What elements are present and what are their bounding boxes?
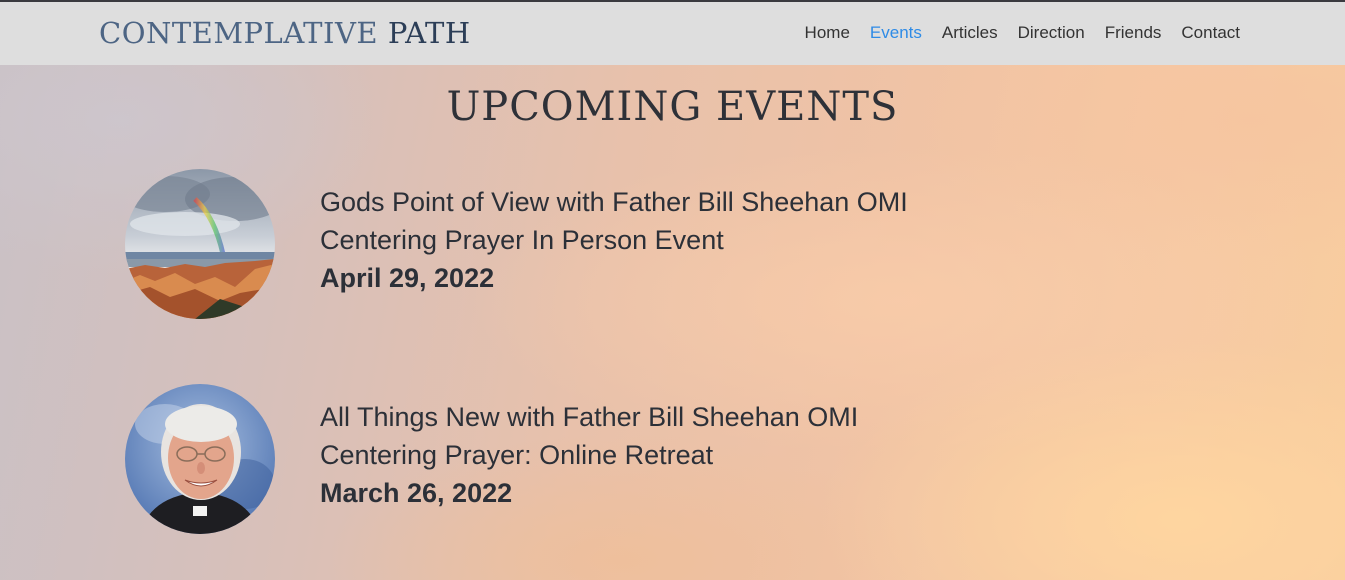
nav-contact[interactable]: Contact	[1181, 22, 1240, 44]
event-subtitle: Centering Prayer: Online Retreat	[320, 440, 714, 470]
logo-word-contemplative: CONTEMPLATIVE	[99, 16, 379, 50]
event-item[interactable]: All Things New with Father Bill Sheehan …	[125, 384, 1025, 534]
event-item[interactable]: Gods Point of View with Father Bill Shee…	[125, 169, 1025, 319]
nav-friends[interactable]: Friends	[1105, 22, 1162, 44]
event-details: Gods Point of View with Father Bill Shee…	[320, 183, 908, 297]
event-date: April 29, 2022	[320, 263, 495, 293]
canyon-rainbow-image	[125, 169, 275, 319]
main-nav: Home Events Articles Direction Friends C…	[805, 22, 1240, 44]
page-title: UPCOMING EVENTS	[446, 84, 899, 130]
event-title[interactable]: Gods Point of View with Father Bill Shee…	[320, 183, 908, 221]
event-date: March 26, 2022	[320, 478, 513, 508]
event-image-canyon-rainbow[interactable]	[125, 169, 275, 319]
site-header: CONTEMPLATIVE PATH Home Events Articles …	[0, 2, 1345, 65]
event-title[interactable]: All Things New with Father Bill Sheehan …	[320, 398, 858, 436]
nav-events[interactable]: Events	[870, 22, 922, 44]
event-image-priest-portrait[interactable]	[125, 384, 275, 534]
site-logo[interactable]: CONTEMPLATIVE PATH	[99, 16, 471, 50]
logo-word-path: PATH	[387, 16, 471, 50]
event-subtitle: Centering Prayer In Person Event	[320, 225, 724, 255]
nav-direction[interactable]: Direction	[1018, 22, 1085, 44]
nav-articles[interactable]: Articles	[942, 22, 998, 44]
event-details: All Things New with Father Bill Sheehan …	[320, 398, 858, 512]
priest-portrait-image	[125, 384, 275, 534]
nav-home[interactable]: Home	[805, 22, 850, 44]
